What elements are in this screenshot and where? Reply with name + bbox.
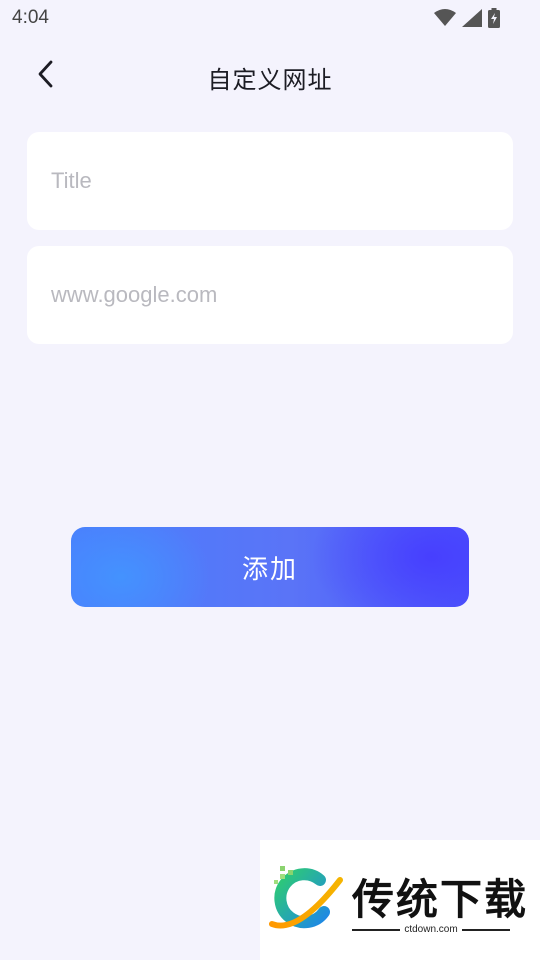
- url-input[interactable]: [51, 246, 493, 344]
- wifi-icon: [434, 9, 456, 27]
- status-bar: 4:04: [0, 0, 540, 36]
- title-input[interactable]: [51, 132, 493, 230]
- watermark-brand: 传统下载: [352, 875, 529, 924]
- status-icons: [434, 7, 500, 29]
- app-bar: 自定义网址: [0, 44, 540, 108]
- cellular-signal-icon: [462, 9, 482, 27]
- add-button-label: 添加: [241, 554, 298, 585]
- brand-logo-icon: [268, 862, 344, 942]
- watermark: 传统下载 ctdown.com: [260, 840, 540, 960]
- status-time: 4:04: [12, 7, 49, 28]
- watermark-divider-left: [352, 928, 401, 931]
- title-field[interactable]: [27, 132, 513, 230]
- watermark-url-row: ctdown.com: [352, 924, 511, 935]
- page-title: 自定义网址: [207, 66, 333, 94]
- url-field[interactable]: [27, 246, 513, 344]
- watermark-divider-right: [461, 928, 511, 931]
- battery-charging-icon: [488, 8, 500, 28]
- watermark-url: ctdown.com: [404, 924, 458, 935]
- add-button[interactable]: 添加: [71, 527, 469, 607]
